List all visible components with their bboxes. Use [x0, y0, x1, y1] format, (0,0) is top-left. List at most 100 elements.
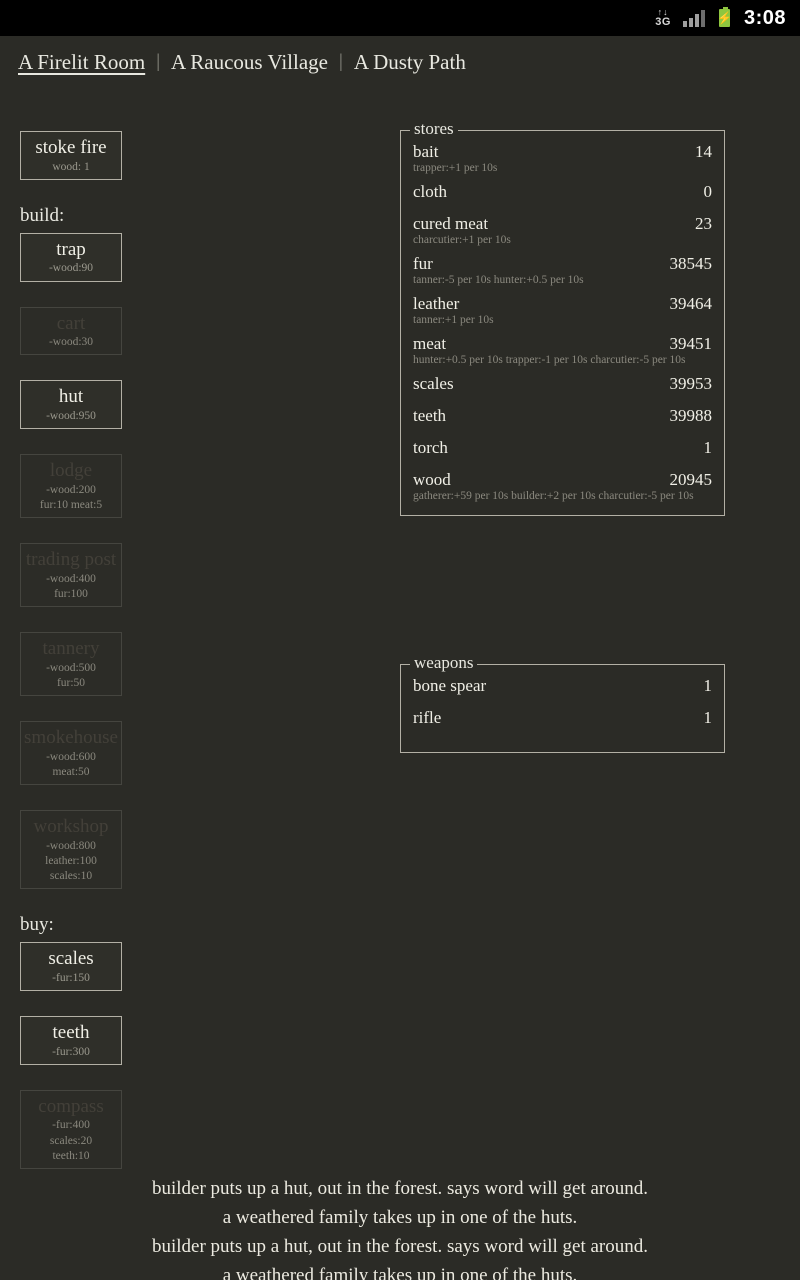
log-message: a weathered family takes up in one of th… — [222, 1207, 578, 1228]
store-row-cured-meat: cured meat 23 charcutier:+1 per 10s — [413, 214, 712, 247]
store-row-torch: torch 1 — [413, 438, 712, 458]
weapon-name: rifle — [413, 708, 442, 727]
log-message: builder puts up a hut, out in the forest… — [151, 1178, 649, 1199]
button-cost: -fur:300 — [52, 1045, 90, 1058]
store-name: wood — [413, 470, 451, 490]
store-value: 20945 — [669, 470, 713, 490]
button-cost: -wood:600 — [46, 750, 96, 763]
button-cost: -wood:30 — [48, 336, 94, 349]
button-cost: wood: 1 — [52, 160, 90, 173]
store-value: 23 — [695, 214, 712, 234]
tab-a-firelit-room[interactable]: A Firelit Room — [18, 50, 145, 75]
button-title: cart — [56, 312, 86, 334]
log-message: a weathered family takes up in one of th… — [222, 1265, 578, 1280]
store-row-bait: bait 14 trapper:+1 per 10s — [413, 142, 712, 175]
weapons-panel-legend: weapons — [410, 654, 478, 671]
store-value: 39451 — [669, 334, 713, 354]
store-name: leather — [413, 294, 460, 314]
store-row-wood: wood 20945 gatherer:+59 per 10s builder:… — [413, 470, 712, 503]
weapon-row-rifle: rifle 1 — [413, 708, 712, 728]
store-name: meat — [413, 334, 447, 354]
tab-separator-1: | — [156, 51, 160, 72]
build-workshop-button[interactable]: workshop -wood:800 leather:100 scales:10 — [20, 810, 122, 890]
stores-panel-legend: stores — [410, 120, 458, 137]
buy-section-label: buy: — [20, 914, 54, 936]
build-trading-post-button[interactable]: trading post -wood:400 fur:100 — [20, 543, 122, 608]
tab-a-dusty-path[interactable]: A Dusty Path — [354, 50, 466, 75]
button-cost: -fur:400 — [52, 1119, 90, 1132]
store-name: bait — [413, 142, 439, 161]
store-value: 39988 — [669, 406, 713, 426]
location-tabs: A Firelit Room | A Raucous Village | A D… — [0, 36, 800, 88]
charging-bolt-icon: ⚡ — [717, 11, 732, 25]
network-label: 3G — [655, 16, 671, 28]
store-note: tanner:+1 per 10s — [413, 314, 494, 327]
store-value: 14 — [695, 142, 712, 161]
button-title: stoke fire — [35, 137, 107, 158]
build-hut-button[interactable]: hut -wood:950 — [20, 380, 122, 430]
store-row-scales: scales 39953 — [413, 374, 712, 394]
button-cost: fur:50 — [56, 676, 86, 689]
button-cost: meat:50 — [52, 765, 90, 778]
store-note: tanner:-5 per 10s hunter:+0.5 per 10s — [413, 274, 584, 287]
button-title: lodge — [49, 460, 93, 482]
log-message: builder puts up a hut, out in the forest… — [151, 1236, 649, 1257]
button-title: hut — [58, 386, 84, 408]
button-cost: scales:10 — [49, 870, 93, 883]
build-trap-button[interactable]: trap -wood:90 — [20, 232, 122, 282]
build-tannery-button[interactable]: tannery -wood:500 fur:50 — [20, 632, 122, 697]
weapons-panel: weapons bone spear 1 rifle 1 — [400, 654, 725, 753]
store-name: teeth — [413, 406, 447, 426]
button-cost: teeth:10 — [52, 1149, 90, 1162]
tab-separator-2: | — [339, 51, 343, 72]
store-note: hunter:+0.5 per 10s trapper:-1 per 10s c… — [413, 354, 686, 367]
stoke-fire-button[interactable]: stoke fire wood: 1 — [20, 131, 122, 180]
button-cost: scales:20 — [49, 1134, 93, 1147]
store-name: cured meat — [413, 214, 489, 234]
stores-panel: stores bait 14 trapper:+1 per 10s cloth … — [400, 120, 725, 517]
button-cost: leather:100 — [45, 854, 97, 867]
button-cost: -wood:400 — [46, 572, 96, 585]
button-title: workshop — [33, 816, 109, 838]
status-bar-clock: 3:08 — [743, 6, 786, 29]
store-value: 0 — [703, 182, 713, 202]
store-value: 1 — [703, 438, 713, 458]
button-cost: -wood:500 — [46, 661, 96, 674]
tab-a-raucous-village[interactable]: A Raucous Village — [171, 50, 328, 75]
button-title: tannery — [42, 638, 100, 660]
button-cost: -wood:90 — [48, 262, 94, 275]
button-title: trading post — [25, 549, 117, 571]
store-row-cloth: cloth 0 — [413, 182, 712, 202]
store-name: scales — [413, 374, 454, 394]
buy-teeth-button[interactable]: teeth -fur:300 — [20, 1016, 122, 1065]
buy-compass-button[interactable]: compass -fur:400 scales:20 teeth:10 — [20, 1089, 122, 1170]
store-note: charcutier:+1 per 10s — [413, 234, 511, 247]
button-cost: fur:10 meat:5 — [39, 498, 103, 511]
store-note: trapper:+1 per 10s — [413, 162, 498, 174]
button-cost: -wood:950 — [46, 409, 96, 422]
weapon-row-bone-spear: bone spear 1 — [413, 676, 712, 696]
buy-scales-button[interactable]: scales -fur:150 — [20, 942, 122, 992]
store-row-leather: leather 39464 tanner:+1 per 10s — [413, 294, 712, 327]
store-row-teeth: teeth 39988 — [413, 406, 712, 426]
status-bar: ↑↓ 3G ⚡ 3:08 — [0, 0, 800, 36]
store-name: cloth — [413, 182, 447, 202]
button-title: compass — [38, 1095, 104, 1117]
weapon-value: 1 — [703, 676, 713, 695]
signal-bars-icon — [682, 9, 707, 27]
button-title: teeth — [52, 1022, 90, 1044]
build-lodge-button[interactable]: lodge -wood:200 fur:10 meat:5 — [20, 454, 122, 519]
event-log: builder puts up a hut, out in the forest… — [0, 1174, 800, 1280]
weapon-name: bone spear — [413, 676, 487, 695]
store-name: fur — [413, 254, 433, 274]
store-row-fur: fur 38545 tanner:-5 per 10s hunter:+0.5 … — [413, 254, 712, 287]
button-cost: -fur:150 — [52, 971, 90, 984]
build-cart-button[interactable]: cart -wood:30 — [20, 306, 122, 356]
build-smokehouse-button[interactable]: smokehouse -wood:600 meat:50 — [20, 721, 122, 786]
button-cost: -wood:200 — [46, 483, 96, 496]
button-title: smokehouse — [24, 727, 118, 749]
button-cost: -wood:800 — [46, 839, 96, 852]
store-value: 39464 — [669, 294, 713, 314]
build-section-label: build: — [20, 204, 65, 226]
weapon-value: 1 — [703, 708, 713, 727]
